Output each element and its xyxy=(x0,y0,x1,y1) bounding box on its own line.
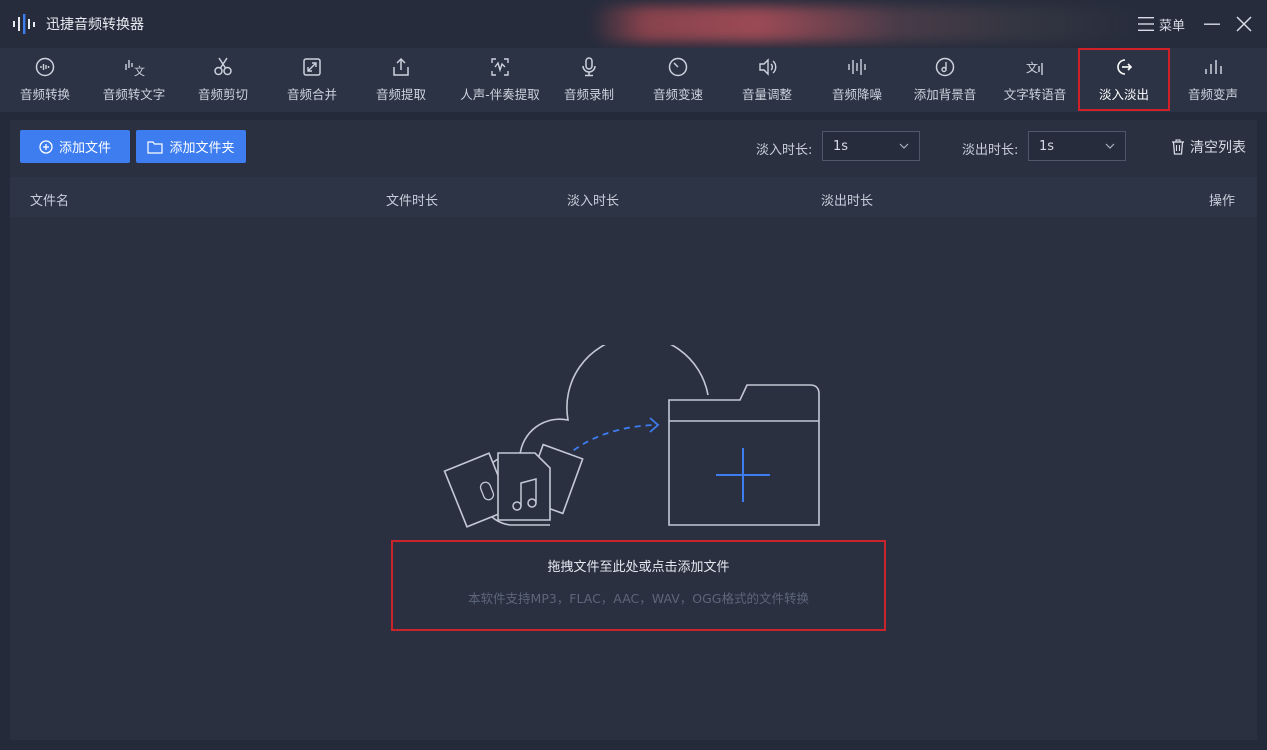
audio-to-text-icon: 文 xyxy=(125,60,145,78)
app-logo-icon xyxy=(13,14,35,34)
tool-label: 音频录制 xyxy=(563,87,614,102)
upload-icon xyxy=(393,57,409,76)
add-folder-button[interactable]: 添加文件夹 xyxy=(136,130,246,163)
tool-audio-convert[interactable]: 音频转换 xyxy=(8,48,82,110)
plus-circle-icon xyxy=(39,139,53,154)
column-header-fade-out: 淡出时长 xyxy=(821,194,874,209)
fade-out-value: 1s xyxy=(1039,138,1055,154)
add-file-label: 添加文件 xyxy=(58,141,111,156)
tool-label: 人声-伴奏提取 xyxy=(460,87,540,102)
add-file-button[interactable]: 添加文件 xyxy=(20,130,130,163)
close-icon[interactable] xyxy=(1236,14,1252,34)
tool-label: 文字转语音 xyxy=(1003,87,1067,102)
tool-audio-record[interactable]: 音频录制 xyxy=(552,48,626,110)
fade-in-value: 1s xyxy=(833,138,849,154)
audio-convert-icon xyxy=(35,57,55,77)
svg-text:文: 文 xyxy=(134,64,145,78)
tool-audio-denoise[interactable]: 音频降噪 xyxy=(820,48,894,110)
dashed-arrow-icon xyxy=(564,417,660,458)
clear-list-label: 清空列表 xyxy=(1190,140,1246,156)
text-to-speech-icon: 文 xyxy=(1026,60,1043,75)
active-tool-highlight xyxy=(1078,48,1170,111)
column-header-actions: 操作 xyxy=(1209,194,1236,209)
drop-zone-title: 拖拽文件至此处或点击添加文件 xyxy=(547,560,730,575)
fade-in-label: 淡入时长: xyxy=(756,143,813,158)
tool-label: 音频转文字 xyxy=(102,87,166,102)
tool-audio-cut[interactable]: 音频剪切 xyxy=(186,48,260,110)
tool-audio-extract[interactable]: 音频提取 xyxy=(364,48,438,110)
tool-label: 音频剪切 xyxy=(197,87,248,102)
tool-add-background-music[interactable]: 添加背景音 xyxy=(906,48,984,110)
tool-text-to-speech[interactable]: 文 文字转语音 xyxy=(996,48,1074,110)
denoise-icon xyxy=(848,59,866,75)
tool-vocal-extract[interactable]: 人声-伴奏提取 xyxy=(451,48,549,110)
tool-label: 音频提取 xyxy=(375,87,426,102)
fade-in-select[interactable]: 1s xyxy=(822,131,920,161)
chevron-down-icon xyxy=(899,143,909,149)
tool-label: 音频合并 xyxy=(286,87,337,102)
tool-label: 音频变声 xyxy=(1187,87,1238,102)
tool-audio-speed[interactable]: 音频变速 xyxy=(641,48,715,110)
chevron-down-icon xyxy=(1105,143,1115,149)
tool-voice-change[interactable]: 音频变声 xyxy=(1176,48,1250,110)
background-music-icon xyxy=(935,57,955,77)
speed-icon xyxy=(668,57,688,77)
drop-zone[interactable] xyxy=(391,540,886,631)
fade-out-label: 淡出时长: xyxy=(962,143,1019,158)
tool-label: 添加背景音 xyxy=(913,87,977,102)
folder-icon xyxy=(147,140,164,154)
tool-audio-to-text[interactable]: 文 音频转文字 xyxy=(96,48,172,110)
tool-volume-adjust[interactable]: 音量调整 xyxy=(730,48,804,110)
add-folder-label: 添加文件夹 xyxy=(169,141,235,156)
microphone-icon xyxy=(582,57,596,77)
minimize-icon[interactable] xyxy=(1202,14,1222,34)
tool-label: 音量调整 xyxy=(741,87,792,102)
blurred-region xyxy=(590,6,1150,42)
merge-icon xyxy=(303,58,321,76)
column-header-fade-in: 淡入时长 xyxy=(567,194,620,209)
column-header-filename: 文件名 xyxy=(30,194,70,209)
tool-label: 音频转换 xyxy=(19,87,70,102)
menu-button[interactable]: 菜单 xyxy=(1137,14,1185,34)
column-header-duration: 文件时长 xyxy=(386,194,439,209)
clear-list-button[interactable]: 清空列表 xyxy=(1171,137,1246,157)
app-title: 迅捷音频转换器 xyxy=(46,17,144,33)
scissors-icon xyxy=(214,57,232,76)
hamburger-menu-icon xyxy=(1138,17,1154,31)
svg-text:文: 文 xyxy=(1026,60,1038,75)
drop-illustration[interactable] xyxy=(440,345,830,540)
audio-files-icon xyxy=(443,443,584,528)
tool-audio-merge[interactable]: 音频合并 xyxy=(275,48,349,110)
vocal-extract-icon xyxy=(491,58,509,76)
fade-out-select[interactable]: 1s xyxy=(1028,131,1126,161)
drop-zone-subtitle: 本软件支持MP3，FLAC，AAC，WAV，OGG格式的文件转换 xyxy=(468,591,809,606)
tool-label: 音频降噪 xyxy=(831,87,882,102)
trash-icon xyxy=(1172,139,1184,155)
table-header xyxy=(10,177,1257,217)
voice-change-icon xyxy=(1205,60,1222,74)
folder-add-icon xyxy=(668,384,820,526)
menu-label: 菜单 xyxy=(1159,18,1186,34)
volume-icon xyxy=(759,58,777,76)
tool-label: 音频变速 xyxy=(652,87,703,102)
